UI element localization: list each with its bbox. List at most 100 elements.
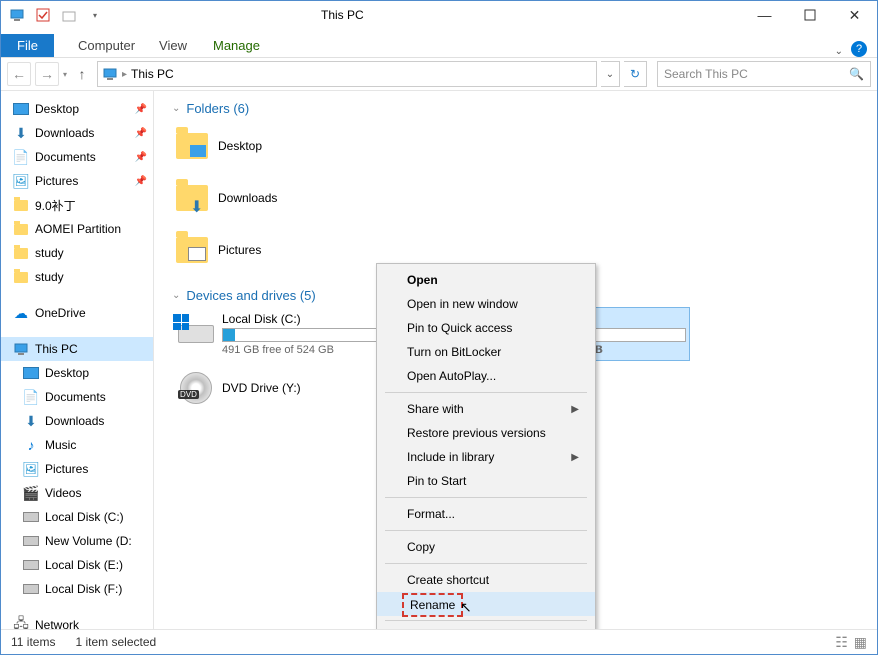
qat-new-folder-icon[interactable]	[59, 5, 79, 25]
qat-dropdown-icon[interactable]: ▾	[85, 5, 105, 25]
tree-pictures[interactable]: 🖼Pictures📌	[1, 169, 153, 193]
tree-pc-drive-f[interactable]: Local Disk (F:)	[1, 577, 153, 601]
onedrive-icon: ☁	[13, 305, 29, 321]
tree-network[interactable]: 🖧Network	[1, 613, 153, 629]
tree-pc-videos[interactable]: 🎬Videos	[1, 481, 153, 505]
pin-icon: 📌	[135, 104, 147, 115]
view-details-button[interactable]: ☷	[835, 634, 848, 651]
folder-tile-downloads[interactable]: ⬇Downloads	[172, 172, 877, 224]
titlebar: ▾ Drive Tools This PC — ✕	[1, 1, 877, 29]
music-icon: ♪	[23, 437, 39, 453]
qat-properties-icon[interactable]	[33, 5, 53, 25]
pin-icon: 📌	[135, 152, 147, 163]
windows-icon	[173, 314, 189, 330]
nav-tree: Desktop📌 ⬇Downloads📌 📄Documents📌 🖼Pictur…	[1, 91, 154, 629]
content-pane: ⌄Folders (6) Desktop ⬇Downloads Pictures…	[154, 91, 877, 629]
maximize-button[interactable]	[787, 1, 832, 29]
pictures-icon: 🖼	[13, 173, 29, 189]
ctx-open[interactable]: Open	[377, 268, 595, 292]
ctx-rename[interactable]: Rename ↖	[377, 592, 595, 616]
window-title: This PC	[321, 8, 364, 22]
tree-pc-downloads[interactable]: ⬇Downloads	[1, 409, 153, 433]
tree-pc-drive-c[interactable]: Local Disk (C:)	[1, 505, 153, 529]
pin-icon: 📌	[135, 176, 147, 187]
tree-desktop[interactable]: Desktop📌	[1, 97, 153, 121]
ctx-copy[interactable]: Copy	[377, 535, 595, 559]
ribbon-tab-computer[interactable]: Computer	[66, 34, 147, 57]
ctx-pin-quick-access[interactable]: Pin to Quick access	[377, 316, 595, 340]
context-menu: Open Open in new window Pin to Quick acc…	[376, 263, 596, 629]
tree-pc-drive-d[interactable]: New Volume (D:	[1, 529, 153, 553]
chevron-down-icon: ⌄	[172, 290, 180, 301]
explorer-window: ▾ Drive Tools This PC — ✕ File Computer …	[0, 0, 878, 655]
ribbon-tab-manage[interactable]: Manage	[201, 34, 272, 57]
download-icon: ⬇	[190, 197, 206, 209]
rename-highlight-box: Rename	[402, 593, 463, 617]
ctx-share-with[interactable]: Share with▶	[377, 397, 595, 421]
tree-documents[interactable]: 📄Documents📌	[1, 145, 153, 169]
tree-folder[interactable]: AOMEI Partition	[1, 217, 153, 241]
network-icon: 🖧	[13, 617, 29, 629]
tree-folder[interactable]: study	[1, 265, 153, 289]
tree-downloads[interactable]: ⬇Downloads📌	[1, 121, 153, 145]
status-item-count: 11 items	[11, 635, 55, 649]
ribbon-expand-icon[interactable]: ⌄	[835, 46, 843, 57]
pin-icon: 📌	[135, 128, 147, 139]
tree-pc-drive-e[interactable]: Local Disk (E:)	[1, 553, 153, 577]
ctx-pin-start[interactable]: Pin to Start	[377, 469, 595, 493]
refresh-button[interactable]: ↻	[624, 61, 647, 87]
file-tab[interactable]: File	[1, 34, 54, 57]
nav-forward-button[interactable]: →	[35, 62, 59, 86]
ctx-create-shortcut[interactable]: Create shortcut	[377, 568, 595, 592]
search-icon: 🔍	[849, 67, 864, 81]
navbar: ← → ▾ ↑ ▸ This PC ⌄ ↻ Search This PC 🔍	[1, 58, 877, 91]
status-selected-count: 1 item selected	[75, 635, 156, 649]
ctx-properties[interactable]: Properties	[377, 625, 595, 629]
cursor-icon: ↖	[460, 599, 472, 616]
address-bar[interactable]: ▸ This PC	[97, 61, 597, 87]
pictures-icon: 🖼	[23, 461, 39, 477]
chevron-right-icon: ▶	[571, 452, 579, 463]
pc-icon	[102, 66, 118, 82]
minimize-button[interactable]: —	[742, 1, 787, 29]
search-placeholder: Search This PC	[664, 67, 849, 81]
search-box[interactable]: Search This PC 🔍	[657, 61, 871, 87]
document-icon: 📄	[13, 149, 29, 165]
ctx-format[interactable]: Format...	[377, 502, 595, 526]
ribbon: File Computer View Manage ⌄ ?	[1, 29, 877, 58]
pc-icon	[13, 341, 29, 357]
tree-pc-documents[interactable]: 📄Documents	[1, 385, 153, 409]
videos-icon: 🎬	[23, 485, 39, 501]
ctx-bitlocker[interactable]: Turn on BitLocker	[377, 340, 595, 364]
tree-pc-desktop[interactable]: Desktop	[1, 361, 153, 385]
status-bar: 11 items 1 item selected ☷ ▦	[1, 629, 877, 654]
nav-back-button[interactable]: ←	[7, 62, 31, 86]
document-icon: 📄	[23, 389, 39, 405]
tree-this-pc[interactable]: This PC	[1, 337, 153, 361]
chevron-right-icon: ▶	[571, 404, 579, 415]
dvd-badge: DVD	[178, 390, 199, 399]
ribbon-tab-view[interactable]: View	[147, 34, 199, 57]
tree-folder[interactable]: 9.0补丁	[1, 193, 153, 217]
tree-pc-music[interactable]: ♪Music	[1, 433, 153, 457]
ctx-open-new-window[interactable]: Open in new window	[377, 292, 595, 316]
ctx-include-library[interactable]: Include in library▶	[377, 445, 595, 469]
nav-up-button[interactable]: ↑	[71, 63, 93, 85]
nav-history-dropdown[interactable]: ▾	[63, 70, 67, 79]
ctx-autoplay[interactable]: Open AutoPlay...	[377, 364, 595, 388]
tree-onedrive[interactable]: ☁OneDrive	[1, 301, 153, 325]
download-icon: ⬇	[23, 413, 39, 429]
close-button[interactable]: ✕	[832, 1, 877, 29]
tree-folder[interactable]: study	[1, 241, 153, 265]
folders-group-header[interactable]: ⌄Folders (6)	[154, 97, 877, 120]
chevron-down-icon: ⌄	[172, 103, 180, 114]
download-icon: ⬇	[13, 125, 29, 141]
address-location: This PC	[131, 67, 174, 81]
view-tiles-button[interactable]: ▦	[854, 634, 867, 651]
tree-pc-pictures[interactable]: 🖼Pictures	[1, 457, 153, 481]
ctx-restore-versions[interactable]: Restore previous versions	[377, 421, 595, 445]
address-dropdown[interactable]: ⌄	[601, 61, 620, 87]
help-icon[interactable]: ?	[851, 41, 867, 57]
folder-tile-desktop[interactable]: Desktop	[172, 120, 877, 172]
qat-pc-icon[interactable]	[7, 5, 27, 25]
